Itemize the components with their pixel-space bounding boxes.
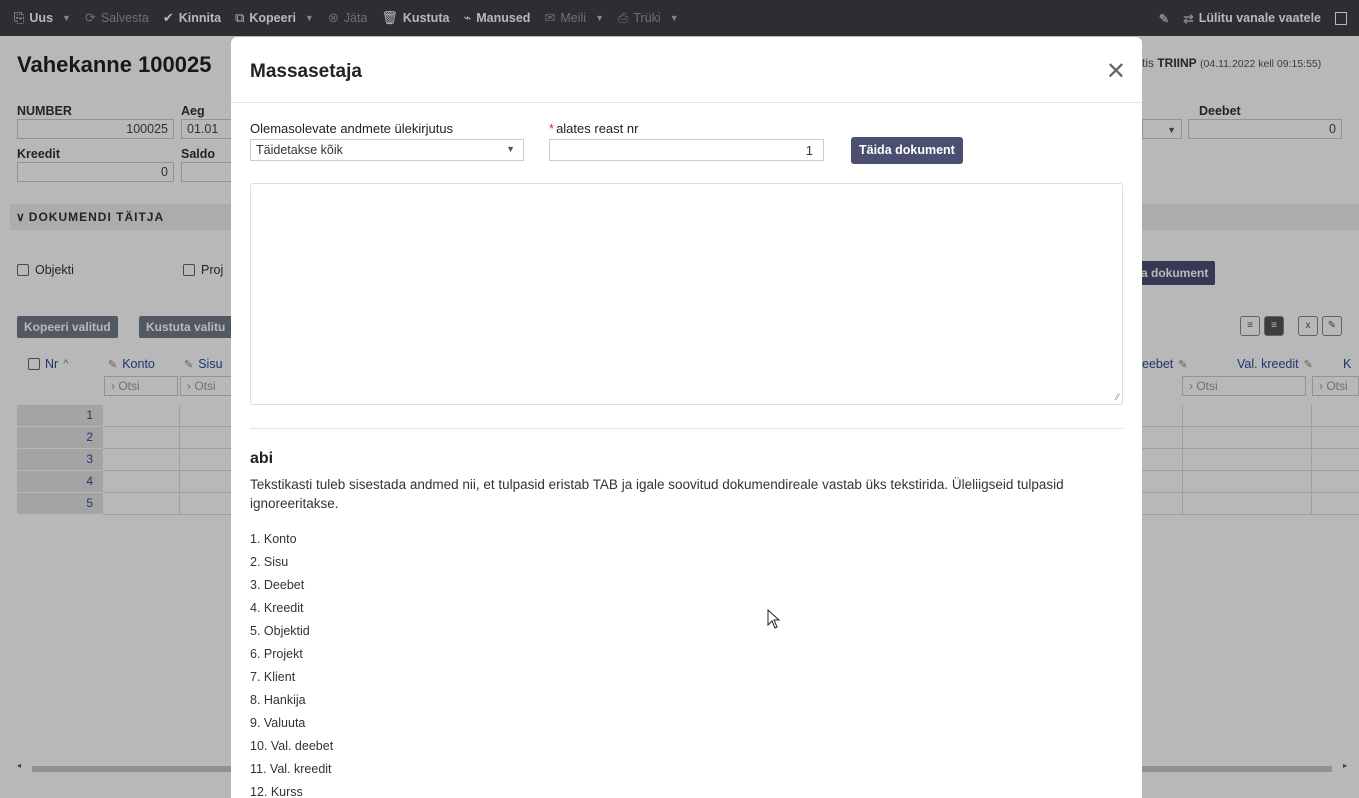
list-item: 8. Hankija: [250, 693, 306, 707]
list-item: 10. Val. deebet: [250, 739, 334, 753]
list-item: 9. Valuuta: [250, 716, 306, 730]
list-item: 3. Deebet: [250, 578, 305, 592]
chevron-down-icon: ▼: [506, 144, 515, 154]
from-row-label: * alates reast nr: [549, 121, 639, 136]
close-icon[interactable]: ✕: [1106, 57, 1126, 86]
list-item: 6. Projekt: [250, 647, 303, 661]
list-item: 4. Kreedit: [250, 601, 304, 615]
field-list: 1. Konto 2. Sisu 3. Deebet 4. Kreedit 5.…: [250, 531, 333, 798]
divider: [250, 428, 1123, 429]
list-item: 1. Konto: [250, 532, 297, 546]
list-item: 2. Sisu: [250, 555, 289, 569]
help-title: abi: [250, 450, 274, 467]
overwrite-label: Olemasolevate andmete ülekirjutus: [250, 121, 454, 136]
list-item: 7. Klient: [250, 670, 296, 684]
help-text: Tekstikasti tuleb sisestada andmed nii, …: [250, 477, 1064, 511]
required-marker: *: [549, 121, 555, 136]
dialog-header: Massasetaja ✕: [231, 37, 1142, 103]
overwrite-select[interactable]: Täidetakse kõik ▼: [250, 139, 524, 161]
mouse-cursor-icon: [767, 609, 781, 629]
fill-document-button[interactable]: Täida dokument: [851, 137, 963, 164]
mass-entry-dialog: Massasetaja ✕ Olemasolevate andmete ülek…: [231, 37, 1142, 798]
resize-grip-icon[interactable]: ⁄⁄: [1116, 392, 1119, 402]
list-item: 5. Objektid: [250, 624, 310, 638]
from-row-input[interactable]: 1: [549, 139, 824, 161]
data-textarea[interactable]: ⁄⁄: [250, 183, 1123, 405]
dialog-title: Massasetaja: [250, 61, 362, 82]
list-item: 11. Val. kreedit: [250, 762, 332, 776]
list-item: 12. Kurss: [250, 785, 303, 798]
